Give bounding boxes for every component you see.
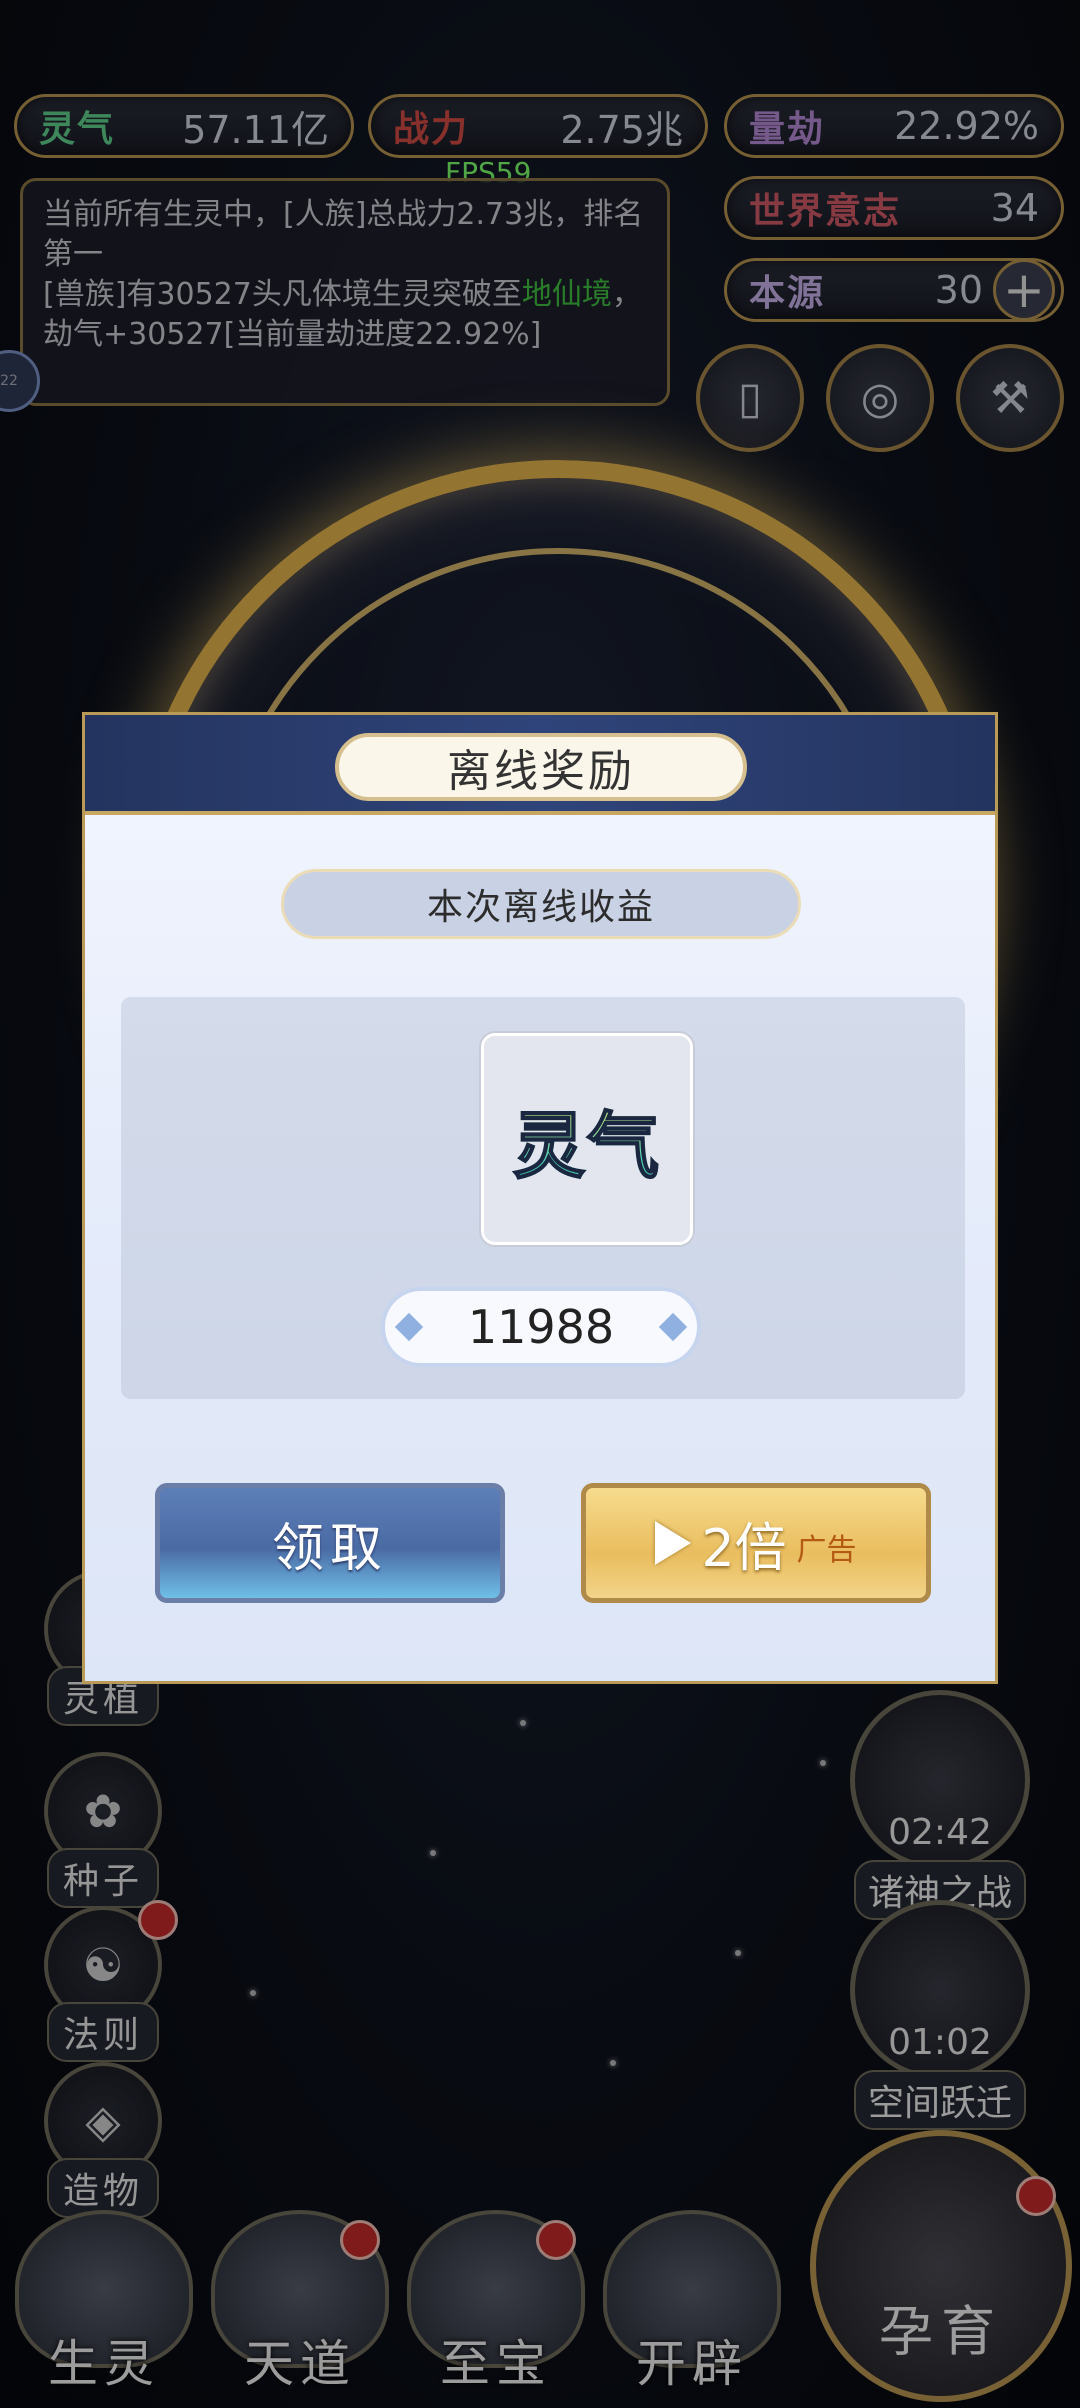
- reward-quantity: 11988: [381, 1287, 701, 1367]
- offline-earnings-label: 本次离线收益: [281, 869, 801, 939]
- lingqi-item-icon: 灵气: [512, 1087, 661, 1192]
- double-label: 2倍: [701, 1518, 787, 1579]
- dialog-title: 离线奖励: [335, 733, 747, 801]
- ad-label: 广告: [796, 1533, 857, 1568]
- diamond-right-icon: [658, 1312, 688, 1342]
- double-reward-ad-button[interactable]: 2倍 广告: [581, 1483, 931, 1603]
- diamond-left-icon: [394, 1312, 424, 1342]
- reward-quantity-value: 11988: [467, 1300, 615, 1354]
- claim-button[interactable]: 领取: [155, 1483, 505, 1603]
- reward-item-slot[interactable]: 灵气: [481, 1033, 693, 1245]
- offline-reward-dialog: 离线奖励 本次离线收益 灵气 11988 领取 2倍 广告: [82, 712, 998, 1684]
- play-video-icon: [655, 1521, 692, 1565]
